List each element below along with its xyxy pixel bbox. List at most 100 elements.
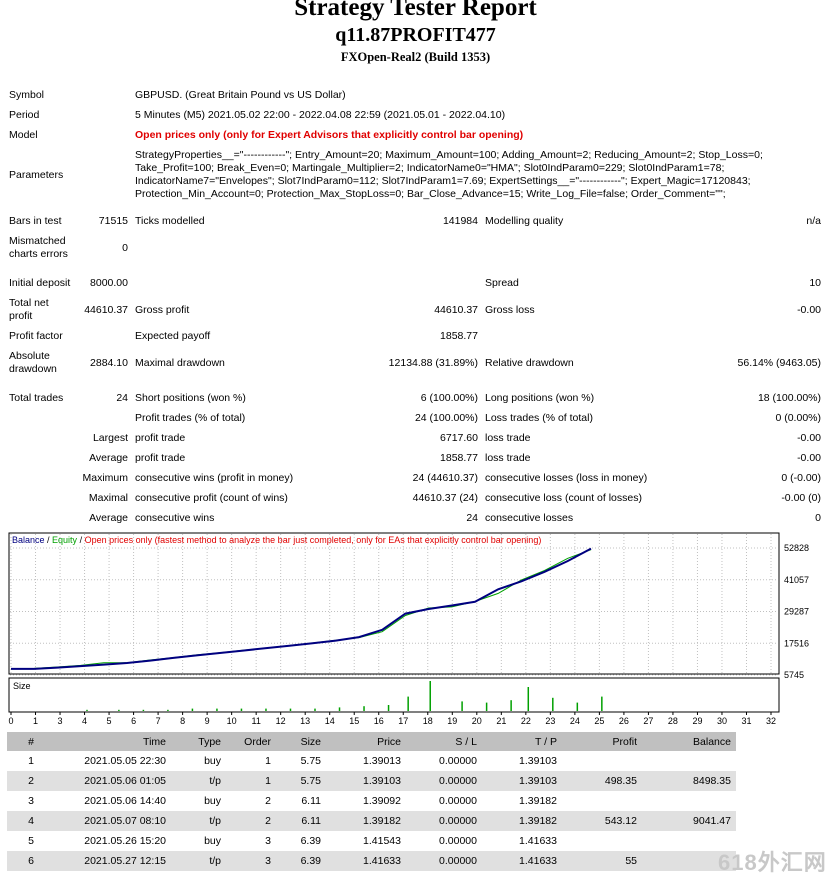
total-trades-value: 24 — [116, 392, 128, 404]
y-tick-label: 41057 — [784, 575, 809, 585]
loss-trades-value: 0 (0.00%) — [775, 412, 821, 424]
max-cons-losses-label: consecutive losses (loss in money) — [485, 472, 648, 484]
table-cell — [642, 791, 736, 811]
table-cell: 1.39013 — [363, 755, 401, 767]
short-positions-label: Short positions (won %) — [135, 392, 246, 404]
column-header[interactable]: Type — [171, 732, 226, 751]
x-tick-label: 7 — [156, 716, 161, 726]
column-header[interactable]: Time — [39, 732, 171, 751]
table-row: 2 2021.05.06 01:05 t/p 1 5.75 1.39103 0.00000 1… — [7, 771, 736, 791]
bars-in-test-label: Bars in test — [9, 215, 62, 227]
initial-deposit-value: 8000.00 — [90, 277, 128, 289]
table-row: 6 2021.05.27 12:15 t/p 3 6.39 1.41633 0.00000 1… — [7, 851, 736, 871]
table-cell: 5 — [28, 835, 34, 847]
table-cell: buy — [204, 795, 221, 807]
mismatched-errors-value: 0 — [122, 242, 128, 254]
legend-balance: Balance — [12, 535, 45, 545]
table-cell: 0.00000 — [406, 811, 482, 831]
table-cell: 1.39182 — [519, 795, 557, 807]
table-cell: 1.41633 — [326, 851, 406, 871]
relative-drawdown-label: Relative drawdown — [485, 357, 574, 369]
absolute-drawdown-value: 2884.10 — [90, 357, 128, 369]
table-cell: 5.75 — [300, 755, 321, 767]
table-cell: 1.39092 — [363, 795, 401, 807]
column-header[interactable]: Price — [326, 732, 406, 751]
size-plot-frame — [8, 677, 780, 713]
x-tick-label: 25 — [594, 716, 604, 726]
table-cell: 2 — [7, 771, 39, 791]
column-header[interactable]: Profit — [562, 732, 642, 751]
spread-value: 10 — [809, 277, 821, 289]
table-cell: 543.12 — [562, 811, 642, 831]
x-tick-label: 8 — [180, 716, 185, 726]
table-row: 5 2021.05.26 15:20 buy 3 6.39 1.41543 0.00000 1… — [7, 831, 736, 851]
x-tick-label: 0 — [8, 716, 13, 726]
table-cell: 9041.47 — [642, 811, 736, 831]
column-header[interactable]: S / L — [406, 732, 482, 751]
period-value: 5 Minutes (M5) 2021.05.02 22:00 - 2022.0… — [135, 109, 506, 121]
column-header[interactable]: Size — [276, 732, 326, 751]
table-cell: 1.39103 — [326, 771, 406, 791]
table-cell: buy — [204, 755, 221, 767]
relative-drawdown-value: 56.14% (9463.05) — [737, 357, 821, 369]
gross-profit-value: 44610.37 — [434, 304, 478, 316]
average-label: Average — [89, 452, 128, 464]
table-row: 3 2021.05.06 14:40 buy 2 6.11 1.39092 0.00000 1… — [7, 791, 736, 811]
table-cell: 1.39103 — [482, 771, 562, 791]
table-cell: 1.41543 — [363, 835, 401, 847]
column-header[interactable]: Order — [226, 732, 276, 751]
short-positions-value: 6 (100.00%) — [420, 392, 478, 404]
table-cell: 2021.05.27 12:15 — [39, 851, 171, 871]
maximal-cons-loss-value: -0.00 (0) — [781, 492, 821, 504]
x-tick-label: 11 — [251, 716, 260, 726]
maximal-label: Maximal — [88, 492, 128, 504]
max-cons-wins-label: consecutive wins (profit in money) — [135, 472, 294, 484]
legend-sep2: / — [77, 535, 85, 545]
table-cell: 0.00000 — [406, 771, 482, 791]
table-cell: 0.00000 — [406, 851, 482, 871]
parameters-value: StrategyProperties__="------------"; Ent… — [135, 149, 763, 200]
main-plot-frame — [8, 532, 780, 675]
model-label: Model — [9, 129, 38, 141]
table-cell: 1.41633 — [519, 835, 557, 847]
x-tick-label: 4 — [82, 716, 87, 726]
table-cell: 4 — [7, 811, 39, 831]
x-tick-label: 17 — [398, 716, 408, 726]
average-profit-label: profit trade — [135, 452, 186, 464]
largest-profit-label: profit trade — [135, 432, 186, 444]
modelling-quality-value: n/a — [806, 215, 821, 227]
table-cell: 1.39182 — [482, 811, 562, 831]
x-tick-label: 1 — [33, 716, 38, 726]
avg-cons-wins-label: consecutive wins — [135, 512, 215, 524]
column-header[interactable]: T / P — [482, 732, 562, 751]
chart-legend: Balance / Equity / Open prices only (fas… — [12, 535, 541, 545]
profit-trades-value: 24 (100.00%) — [414, 412, 478, 424]
x-tick-label: 31 — [741, 716, 751, 726]
x-tick-label: 26 — [619, 716, 629, 726]
modelling-quality-label: Modelling quality — [485, 215, 564, 227]
table-cell: 2 — [226, 811, 276, 831]
size-label: Size — [13, 681, 31, 691]
table-cell: 1 — [226, 771, 276, 791]
avg-cons-losses-value: 0 — [815, 512, 821, 524]
largest-profit-value: 6717.60 — [440, 432, 478, 444]
table-cell: 55 — [562, 851, 642, 871]
loss-trades-label: Loss trades (% of total) — [485, 412, 593, 424]
x-tick-label: 30 — [717, 716, 727, 726]
gross-loss-value: -0.00 — [797, 304, 821, 316]
legend-sep1: / — [45, 535, 53, 545]
x-tick-label: 14 — [325, 716, 335, 726]
x-tick-label: 10 — [227, 716, 237, 726]
trades-table: # Time Type Order Size Price S / LT / P Profit B… — [7, 732, 736, 871]
largest-loss-value: -0.00 — [797, 432, 821, 444]
x-tick-label: 5 — [107, 716, 112, 726]
table-cell: 0.00000 — [439, 835, 477, 847]
gross-profit-label: Gross profit — [135, 304, 190, 316]
avg-cons-losses-label: consecutive losses — [485, 512, 574, 524]
column-header[interactable]: Balance — [642, 732, 736, 751]
column-header[interactable]: # — [7, 732, 39, 751]
table-cell — [562, 831, 642, 851]
table-cell: 2 — [265, 795, 271, 807]
x-tick-label: 6 — [131, 716, 136, 726]
x-tick-label: 27 — [643, 716, 653, 726]
